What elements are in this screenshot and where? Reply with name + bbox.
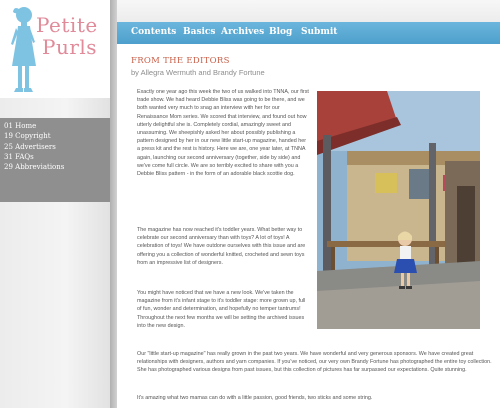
article-byline: by Allegra Wermuth and Brandy Fortune xyxy=(131,68,265,77)
paragraph-2: The magazine has now reached it's toddle… xyxy=(137,227,306,266)
sidebar-item-abbreviations[interactable]: 29 Abbreviations xyxy=(4,162,110,172)
porch-photo-illustration xyxy=(317,91,480,329)
article-photo xyxy=(317,91,480,329)
sidebar-item-faqs[interactable]: 31 FAQs xyxy=(4,152,110,162)
nav-contents[interactable]: Contents xyxy=(131,27,176,37)
nav-blog[interactable]: Blog xyxy=(269,27,292,37)
top-nav: Contents Basics Archives Blog Submit xyxy=(117,22,500,44)
logo-line-1: Petite xyxy=(36,13,98,37)
logo-wordmark: Petite Purls xyxy=(36,14,98,58)
paragraph-3: You might have noticed that we have a ne… xyxy=(137,290,306,329)
nav-submit[interactable]: Submit xyxy=(301,27,337,37)
sidebar-item-advertisers[interactable]: 25 Advertisers xyxy=(4,142,110,152)
nav-archives[interactable]: Archives xyxy=(221,27,264,37)
paragraph-5: It's amazing what two mamas can do with … xyxy=(137,395,373,401)
main-page: Contents Basics Archives Blog Submit FRO… xyxy=(117,0,500,408)
sidebar: Petite Purls 01 Home 19 Copyright 25 Adv… xyxy=(0,0,110,408)
top-strip xyxy=(117,0,500,22)
paragraph-1: Exactly one year ago this week the two o… xyxy=(137,89,309,178)
sidebar-item-copyright[interactable]: 19 Copyright xyxy=(4,131,110,141)
site-logo[interactable]: Petite Purls xyxy=(0,0,110,98)
nav-basics[interactable]: Basics xyxy=(183,27,215,37)
paragraph-4: Our "little start-up magazine" has reall… xyxy=(137,351,492,374)
article-heading: FROM THE EDITORS xyxy=(131,56,230,66)
sidebar-menu: 01 Home 19 Copyright 25 Advertisers 31 F… xyxy=(0,118,110,202)
logo-line-2: Purls xyxy=(42,35,98,59)
sidebar-item-home[interactable]: 01 Home xyxy=(4,121,110,131)
